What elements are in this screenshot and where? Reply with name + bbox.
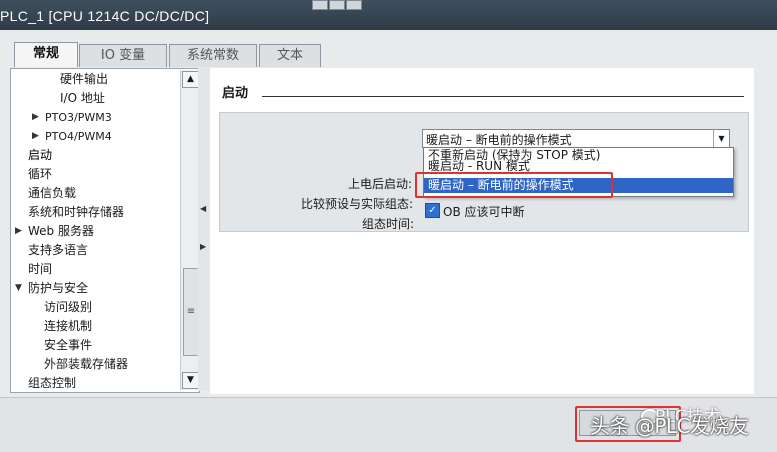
nav-item-label: 通信负载 [28,186,77,200]
nav-item-label: PTO3/PWM3 [45,111,112,124]
scroll-thumb[interactable]: ≡ [183,268,199,356]
nav-item-multilanguage[interactable]: 支持多语言 [28,241,88,260]
nav-item-web-server[interactable]: ▶ Web 服务器 [15,222,94,241]
tab-system-constants[interactable]: 系统常数 [169,44,257,67]
nav-item-label: 系统和时钟存储器 [28,205,125,219]
expand-arrow-icon[interactable]: ▶ [15,222,22,241]
nav-scrollbar[interactable]: ▲ ≡ ▼ [180,70,199,390]
window-control[interactable] [312,0,328,10]
nav-item-label: 安全事件 [44,338,93,352]
nav-item-label: 时间 [28,262,53,276]
window-titlebar: PLC_1 [CPU 1214C DC/DC/DC] [0,0,777,30]
nav-item-label: Web 服务器 [28,224,94,238]
nav-item-startup[interactable]: 启动 [28,146,52,165]
annotation-highlight-box [415,172,613,198]
navigation-tree: 硬件输出 I/O 地址 ▶ PTO3/PWM3 ▶ PTO4/PWM4 启动 循环 … [10,68,200,393]
chevron-down-icon[interactable]: ▼ [713,130,729,147]
nav-item-external-load-memory[interactable]: 外部装载存储器 [44,355,128,374]
ob-interruptible-checkbox[interactable]: ✓ [425,203,440,218]
watermark: 头条 @PLC发烧友 [590,414,749,438]
nav-item-io-address[interactable]: I/O 地址 [60,89,105,108]
nav-item-label: 支持多语言 [28,243,89,257]
tab-io-tags[interactable]: IO 变量 [79,44,167,67]
nav-item-cycle[interactable]: 循环 [28,165,52,184]
tab-general[interactable]: 常规 [14,42,78,67]
section-divider [262,96,744,97]
properties-panel: 启动 上电后启动: 比较预设与实际组态: 组态时间: 暖启动 – 断电前的操作模… [210,68,754,394]
nav-item-system-clock-memory[interactable]: 系统和时钟存储器 [28,203,124,222]
nav-item-pto3[interactable]: ▶ PTO3/PWM3 [32,108,112,127]
nav-item-label: 组态控制 [28,376,77,390]
nav-item-pto4[interactable]: ▶ PTO4/PWM4 [32,127,112,146]
collapse-arrow-icon[interactable]: ▼ [15,279,22,298]
nav-item-comm-load[interactable]: 通信负载 [28,184,76,203]
nav-item-connection-mechanisms[interactable]: 连接机制 [44,317,92,336]
tab-texts[interactable]: 文本 [259,44,321,67]
window-title: PLC_1 [CPU 1214C DC/DC/DC] [0,8,210,24]
nav-item-label: 硬件输出 [60,72,109,86]
window-control[interactable] [346,0,362,10]
startup-mode-value: 暖启动 – 断电前的操作模式 [426,133,572,147]
compare-config-label: 比较预设与实际组态: [301,197,414,211]
ob-interruptible-label: OB 应该可中断 [443,205,525,219]
nav-item-protection-security[interactable]: ▼ 防护与安全 [15,279,89,298]
nav-item-security-event[interactable]: 安全事件 [44,336,92,355]
expand-arrow-icon[interactable]: ▶ [32,108,39,127]
nav-item-label: I/O 地址 [60,91,105,105]
nav-item-label: 循环 [28,167,53,181]
nav-item-label: 访问级别 [44,300,93,314]
nav-item-label: 启动 [28,148,53,162]
expand-arrow-icon[interactable]: ▶ [32,127,39,146]
expand-right-icon[interactable]: ▶ [200,242,206,251]
nav-item-configuration-control[interactable]: 组态控制 [28,374,76,393]
startup-label: 上电后启动: [348,177,413,191]
nav-item-hardware-output[interactable]: 硬件输出 [60,70,108,89]
nav-item-label: 外部装载存储器 [44,357,129,371]
section-title: 启动 [222,86,249,101]
nav-item-time[interactable]: 时间 [28,260,52,279]
window-control[interactable] [329,0,345,10]
config-time-label: 组态时间: [362,217,415,231]
nav-item-label: 防护与安全 [28,281,89,295]
pane-splitter[interactable]: ◀ ▶ [198,68,210,391]
collapse-left-icon[interactable]: ◀ [200,204,206,213]
startup-mode-select[interactable]: 暖启动 – 断电前的操作模式 ▼ [422,129,730,148]
scroll-up-icon[interactable]: ▲ [182,71,199,88]
scroll-down-icon[interactable]: ▼ [182,372,199,389]
nav-item-label: 连接机制 [44,319,93,333]
nav-item-access-level[interactable]: 访问级别 [44,298,92,317]
nav-item-label: PTO4/PWM4 [45,130,112,143]
